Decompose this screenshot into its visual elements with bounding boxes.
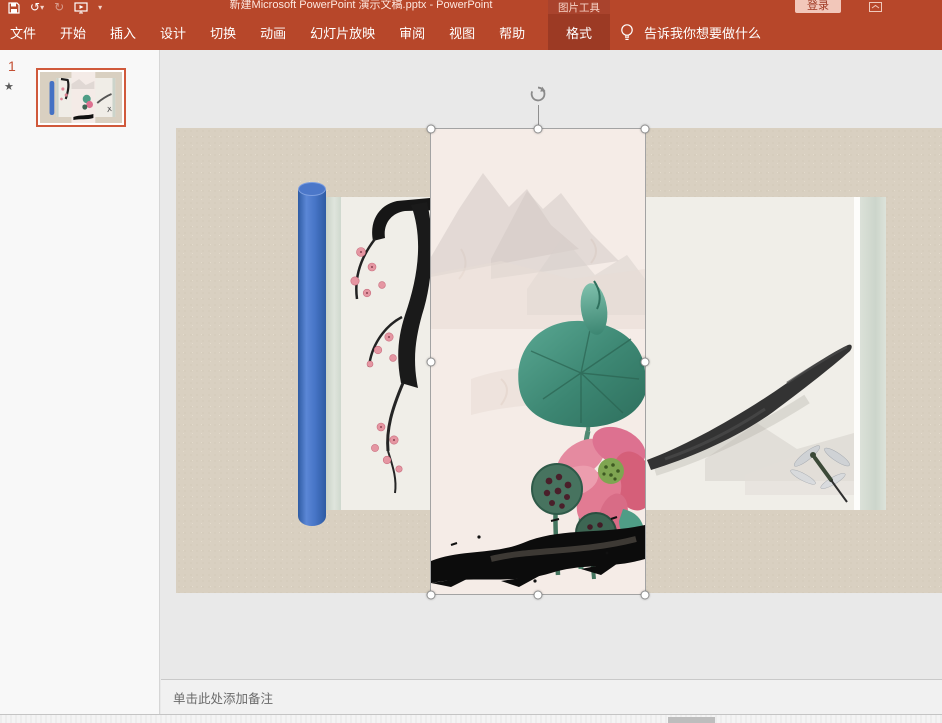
slide-thumbnail-panel: 1 ★ bbox=[0, 50, 160, 714]
cylinder-body bbox=[298, 189, 326, 526]
animation-star-icon: ★ bbox=[4, 80, 14, 93]
save-icon[interactable] bbox=[8, 1, 20, 14]
tell-me-label: 告诉我你想要做什么 bbox=[644, 23, 761, 42]
status-scrollbar-thumb[interactable] bbox=[668, 717, 715, 723]
resize-handle-bottom-right[interactable] bbox=[641, 591, 650, 600]
start-slideshow-icon[interactable] bbox=[74, 1, 88, 14]
slide-canvas bbox=[161, 50, 942, 679]
undo-icon[interactable]: ↺▾ bbox=[30, 1, 44, 14]
tab-slideshow[interactable]: 幻灯片放映 bbox=[310, 23, 375, 42]
cylinder-top-ellipse bbox=[298, 182, 326, 196]
rotation-handle[interactable] bbox=[529, 85, 547, 103]
customize-qat-caret-icon[interactable]: ▾ bbox=[98, 1, 102, 14]
resize-handle-bottom-left[interactable] bbox=[427, 591, 436, 600]
editing-area: 单击此处添加备注 bbox=[161, 50, 942, 714]
resize-handle-top-right[interactable] bbox=[641, 125, 650, 134]
tab-animations[interactable]: 动画 bbox=[260, 23, 286, 42]
lotus-scroll-art bbox=[431, 129, 645, 594]
scroll-right-roller bbox=[860, 197, 886, 510]
sign-in-button[interactable]: 登录 bbox=[795, 0, 841, 13]
notes-pane[interactable]: 单击此处添加备注 bbox=[161, 679, 942, 714]
redo-icon[interactable]: ↻ bbox=[54, 1, 64, 14]
tab-home[interactable]: 开始 bbox=[60, 23, 86, 42]
status-bar-strip bbox=[0, 714, 942, 723]
resize-handle-middle-left[interactable] bbox=[427, 358, 436, 367]
resize-handle-middle-right[interactable] bbox=[641, 358, 650, 367]
tab-review[interactable]: 审阅 bbox=[399, 23, 425, 42]
resize-handle-top-middle[interactable] bbox=[534, 125, 543, 134]
tab-help[interactable]: 帮助 bbox=[499, 23, 525, 42]
tell-me-search[interactable]: 告诉我你想要做什么 bbox=[620, 14, 761, 50]
picture-tools-contextual-header: 图片工具 bbox=[548, 0, 610, 14]
notes-placeholder: 单击此处添加备注 bbox=[173, 688, 273, 707]
tab-file[interactable]: 文件 bbox=[10, 23, 36, 42]
ribbon-display-options-icon[interactable] bbox=[868, 0, 884, 12]
lightbulb-icon bbox=[620, 23, 634, 42]
thumbnail-preview-art bbox=[40, 72, 122, 123]
powerpoint-window: ↺▾ ↻ ▾ 新建Microsoft PowerPoint 演示文稿.pptx … bbox=[0, 0, 942, 723]
plum-blossom-art bbox=[341, 197, 441, 510]
ribbon-tab-row: 文件 开始 插入 设计 切换 动画 幻灯片放映 审阅 视图 帮助 格式 告诉我你… bbox=[0, 14, 942, 50]
window-title: 新建Microsoft PowerPoint 演示文稿.pptx - Power… bbox=[196, 0, 526, 14]
tab-transitions[interactable]: 切换 bbox=[210, 23, 236, 42]
tab-insert[interactable]: 插入 bbox=[110, 23, 136, 42]
resize-handle-bottom-middle[interactable] bbox=[534, 591, 543, 600]
tab-view[interactable]: 视图 bbox=[449, 23, 475, 42]
resize-handle-top-left[interactable] bbox=[427, 125, 436, 134]
title-bar: ↺▾ ↻ ▾ 新建Microsoft PowerPoint 演示文稿.pptx … bbox=[0, 0, 942, 14]
slide-number: 1 bbox=[8, 58, 16, 74]
selected-picture[interactable] bbox=[430, 128, 646, 595]
tab-design[interactable]: 设计 bbox=[160, 23, 186, 42]
scroll-left-roller bbox=[326, 197, 341, 510]
tab-picture-format[interactable]: 格式 bbox=[548, 14, 610, 50]
ink-stroke-and-dragonfly-art bbox=[645, 197, 854, 510]
quick-access-toolbar: ↺▾ ↻ ▾ bbox=[8, 0, 102, 14]
blue-cylinder-shape[interactable] bbox=[298, 182, 326, 526]
slide-1-thumbnail[interactable] bbox=[36, 68, 126, 127]
